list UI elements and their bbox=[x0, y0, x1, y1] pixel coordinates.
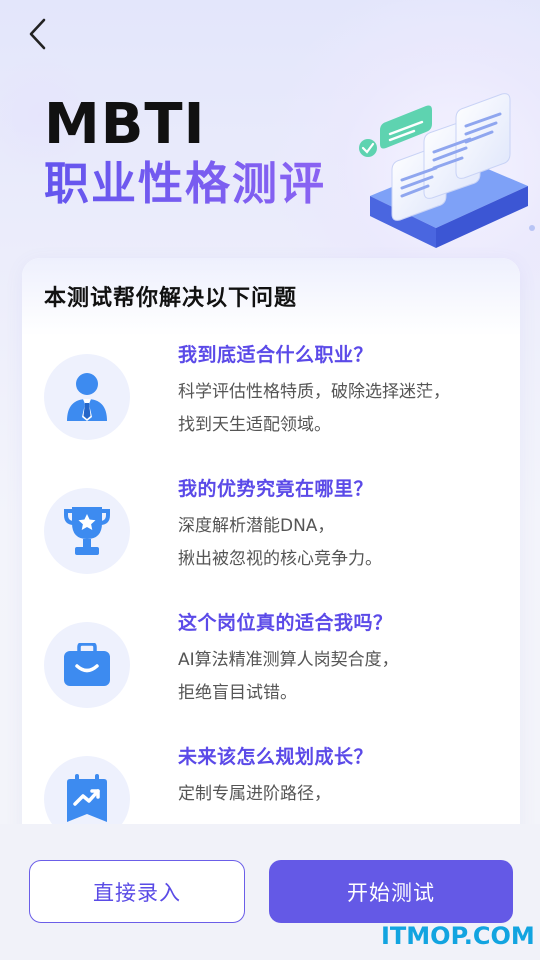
item-description-line: AI算法精准测算人岗契合度， bbox=[178, 650, 399, 670]
briefcase-icon bbox=[64, 643, 110, 686]
start-test-button[interactable]: 开始测试 bbox=[269, 860, 513, 923]
item-question: 这个岗位真的适合我吗？ bbox=[178, 612, 393, 634]
item-description-line: 科学评估性格特质，破除选择迷茫， bbox=[178, 382, 450, 402]
item-description-line: 揪出被忽视的核心竞争力。 bbox=[178, 549, 382, 569]
item-icon-wrapper bbox=[44, 622, 130, 708]
item-description-line: 深度解析潜能DNA， bbox=[178, 516, 335, 536]
watermark-text: ITMOP.COM bbox=[381, 922, 535, 950]
item-icon-wrapper bbox=[44, 488, 130, 574]
item-question: 我到底适合什么职业？ bbox=[178, 344, 374, 366]
item-question: 未来该怎么规划成长？ bbox=[178, 746, 374, 768]
growth-calendar-icon bbox=[67, 774, 107, 822]
back-button[interactable] bbox=[18, 14, 58, 54]
item-description: 定制专属进阶路径， bbox=[178, 778, 331, 811]
chevron-left-icon bbox=[29, 18, 46, 50]
item-description-line: 定制专属进阶路径， bbox=[178, 784, 331, 804]
item-description-line: 找到天生适配领域。 bbox=[178, 415, 331, 435]
item-description: AI算法精准测算人岗契合度， 拒绝盲目试错。 bbox=[178, 644, 399, 710]
item-question: 我的优势究竟在哪里？ bbox=[178, 478, 374, 500]
report-documents-illustration bbox=[359, 93, 535, 248]
trophy-star-icon bbox=[64, 507, 110, 555]
page-title-zh: 职业性格测评 bbox=[44, 152, 326, 216]
list-item: 这个岗位真的适合我吗？ AI算法精准测算人岗契合度， 拒绝盲目试错。 bbox=[44, 608, 514, 728]
card-title: 本测试帮你解决以下问题 bbox=[44, 286, 298, 311]
direct-entry-button[interactable]: 直接录入 bbox=[29, 860, 245, 923]
page-title-en: MBTI bbox=[44, 92, 206, 157]
item-description-line: 拒绝盲目试错。 bbox=[178, 683, 297, 703]
list-item: 我的优势究竟在哪里？ 深度解析潜能DNA， 揪出被忽视的核心竞争力。 bbox=[44, 474, 514, 594]
item-icon-wrapper bbox=[44, 354, 130, 440]
list-item: 我到底适合什么职业？ 科学评估性格特质，破除选择迷茫， 找到天生适配领域。 bbox=[44, 340, 514, 460]
item-description: 科学评估性格特质，破除选择迷茫， 找到天生适配领域。 bbox=[178, 376, 450, 442]
item-description: 深度解析潜能DNA， 揪出被忽视的核心竞争力。 bbox=[178, 510, 382, 576]
problems-card: 本测试帮你解决以下问题 我到底适合什么职业？ 科学评估性格特质，破除选择迷茫， … bbox=[22, 258, 520, 878]
person-tie-icon bbox=[67, 373, 107, 421]
